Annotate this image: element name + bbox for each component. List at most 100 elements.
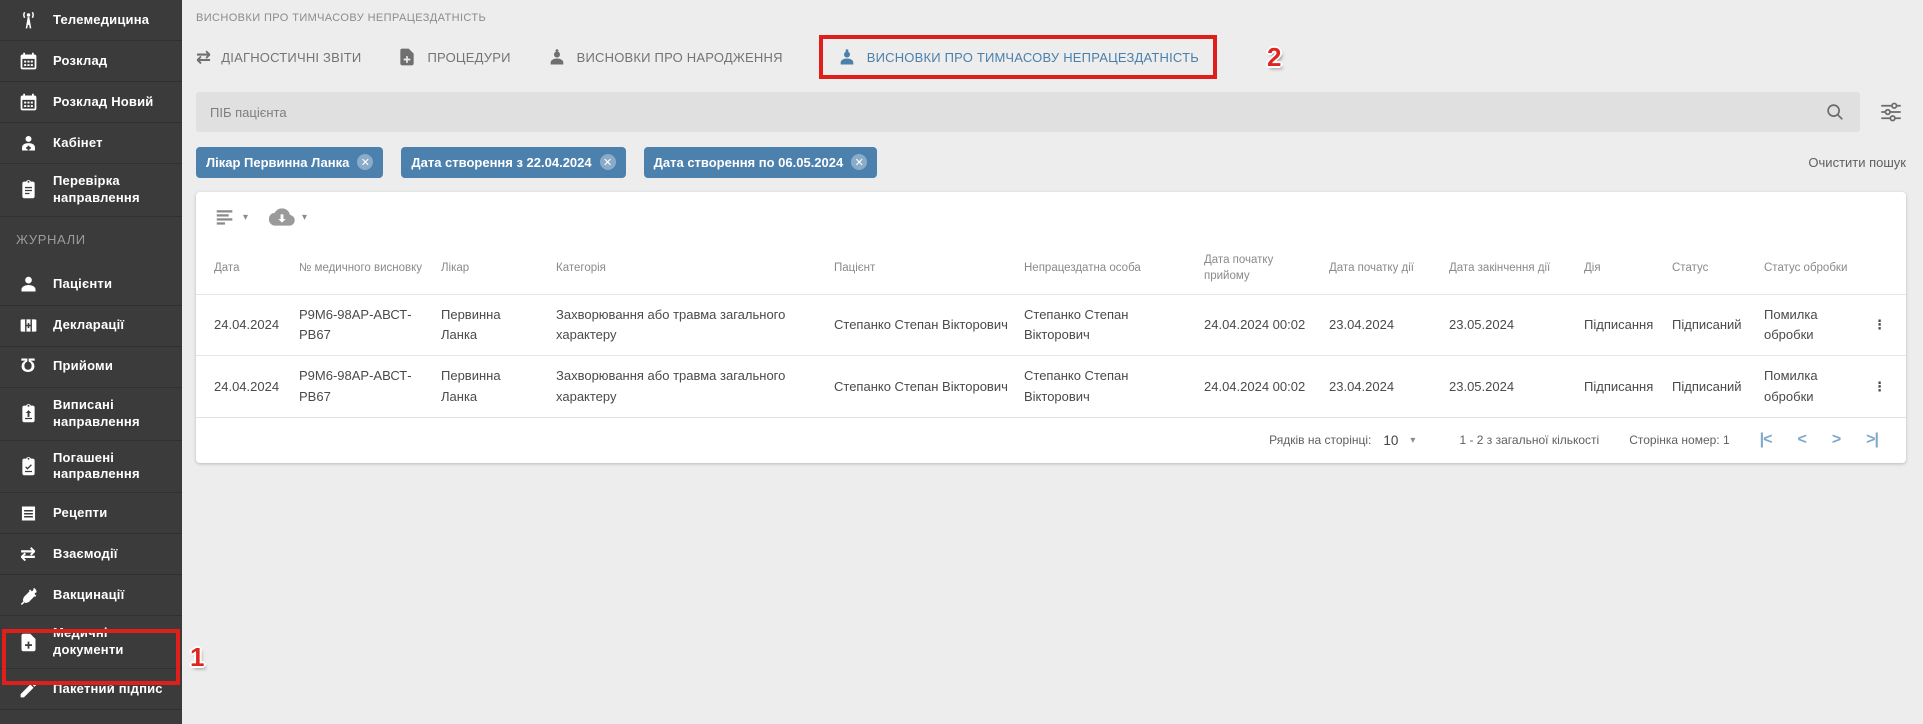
breadcrumb: ВИСНОВКИ ПРО ТИМЧАСОВУ НЕПРАЦЕЗДАТНІСТЬ	[196, 12, 1906, 24]
cell-action-start: 23.04.2024	[1329, 367, 1449, 407]
sidebar-item-label: Рецепти	[53, 505, 107, 522]
column-header: Лікар	[441, 244, 556, 286]
first-page-icon[interactable]: |<	[1760, 431, 1772, 449]
filter-chips-row: Лікар Первинна Ланка ✕ Дата створення з …	[196, 146, 1906, 178]
sidebar-item-schedule-new[interactable]: Розклад Новий	[0, 82, 182, 123]
table-toolbar: ▾ ▾	[196, 192, 1906, 236]
sidebar-item-declarations[interactable]: Декларації	[0, 306, 182, 347]
cell-patient[interactable]: Степанко Степан Вікторович	[834, 305, 1024, 345]
chevron-down-icon[interactable]: ▾	[243, 212, 248, 223]
row-menu-kebab-icon[interactable]: ⋮	[1872, 367, 1888, 407]
filter-settings-button[interactable]	[1876, 99, 1906, 125]
sidebar-item-receptions[interactable]: Ʊ Прийоми	[0, 347, 182, 388]
document-plus-icon	[16, 632, 40, 653]
cell-patient[interactable]: Степанко Степан Вікторович	[834, 367, 1024, 407]
tab-diagnostic-reports[interactable]: ⇄ ДІАГНОСТИЧНІ ЗВІТИ	[196, 48, 361, 66]
sidebar-item-label: Розклад Новий	[53, 94, 154, 111]
cell-category: Захворювання або травма загального харак…	[556, 295, 834, 355]
export-download-button[interactable]	[269, 204, 295, 230]
sidebar-item-redeemed-referrals[interactable]: Погашені направлення	[0, 441, 182, 494]
column-header: Пацієнт	[834, 244, 1024, 286]
cell-action: Підписання	[1584, 367, 1672, 407]
last-page-icon[interactable]: >|	[1866, 431, 1878, 449]
sidebar-item-referral-check[interactable]: Перевірка направлення	[0, 164, 182, 217]
cell-status: Підписаний	[1672, 367, 1764, 407]
sidebar-item-patients[interactable]: Пацієнти	[0, 265, 182, 306]
sidebar-item-issued-referrals[interactable]: Виписані направлення	[0, 388, 182, 441]
sidebar-item-label: Розклад	[53, 53, 107, 70]
table-row[interactable]: 24.04.2024 Р9М6-98АР-АВСТ-РВ67 Первинна …	[196, 294, 1906, 355]
tab-label: ВИСНОВКИ ПРО НАРОДЖЕННЯ	[577, 50, 783, 65]
sidebar-item-vaccinations[interactable]: Вакцинації	[0, 575, 182, 616]
cell-reception-start: 24.04.2024 00:02	[1204, 305, 1329, 345]
sidebar-item-interactions[interactable]: ⇄ Взаємодії	[0, 534, 182, 575]
main-content: ВИСНОВКИ ПРО ТИМЧАСОВУ НЕПРАЦЕЗДАТНІСТЬ …	[182, 0, 1923, 724]
medic-avatar-icon	[547, 47, 567, 67]
sidebar-item-label: Перевірка направлення	[53, 173, 172, 207]
stethoscope-icon: Ʊ	[16, 357, 40, 376]
close-icon[interactable]: ✕	[600, 154, 616, 170]
rows-per-page-value[interactable]: 10	[1383, 433, 1398, 448]
sidebar: Телемедицина Розклад Розклад Новий Кабін…	[0, 0, 182, 724]
close-icon[interactable]: ✕	[851, 154, 867, 170]
table-header-row: Дата № медичного висновку Лікар Категорі…	[196, 236, 1906, 294]
receipt-icon	[16, 503, 40, 524]
sidebar-item-batch-signature[interactable]: Пакетний підпис	[0, 669, 182, 710]
pen-sign-icon	[16, 679, 40, 700]
pagination-nav: |< < > >|	[1760, 431, 1878, 449]
clear-search-link[interactable]: Очистити пошук	[1808, 155, 1906, 170]
next-page-icon[interactable]: >	[1832, 431, 1840, 449]
filter-chip-date-to[interactable]: Дата створення по 06.05.2024 ✕	[644, 147, 878, 178]
sidebar-item-label: Телемедицина	[53, 12, 149, 29]
cloud-download-icon	[269, 204, 295, 230]
sidebar-item-prescriptions[interactable]: Рецепти	[0, 493, 182, 534]
row-menu-kebab-icon[interactable]: ⋮	[1872, 305, 1888, 345]
filter-chip-doctor[interactable]: Лікар Первинна Ланка ✕	[196, 147, 383, 178]
filter-chip-label: Лікар Первинна Ланка	[206, 155, 349, 170]
sidebar-item-label: Погашені направлення	[53, 450, 172, 484]
chevron-down-icon[interactable]: ▾	[1410, 435, 1415, 446]
patient-name-search-input[interactable]	[210, 105, 1824, 120]
sidebar-item-telemedicine[interactable]: Телемедицина	[0, 0, 182, 41]
table-row[interactable]: 24.04.2024 Р9М6-98АР-АВСТ-РВ67 Первинна …	[196, 355, 1906, 416]
column-header: Категорія	[556, 244, 834, 286]
column-header: Дія	[1584, 244, 1672, 286]
previous-page-icon[interactable]: <	[1797, 431, 1805, 449]
tab-procedures[interactable]: ПРОЦЕДУРИ	[397, 47, 510, 67]
doctor-icon	[16, 133, 40, 154]
document-plus-icon	[397, 47, 417, 67]
sidebar-item-schedule[interactable]: Розклад	[0, 41, 182, 82]
sidebar-item-label: Кабінет	[53, 135, 103, 152]
tab-bar: ⇄ ДІАГНОСТИЧНІ ЗВІТИ ПРОЦЕДУРИ ВИСНОВКИ …	[196, 34, 1906, 80]
cell-action-end: 23.05.2024	[1449, 367, 1584, 407]
annotation-number-1: 1	[190, 644, 204, 670]
tab-disability-conclusions[interactable]: ВИСНОВКИ ПРО ТИМЧАСОВУ НЕПРАЦЕЗДАТНІСТЬ	[837, 47, 1199, 67]
close-icon[interactable]: ✕	[357, 154, 373, 170]
column-header: Статус обробки	[1764, 244, 1872, 286]
swap-arrows-icon: ⇄	[16, 545, 40, 564]
list-lines-icon	[214, 206, 236, 228]
swap-arrows-icon: ⇄	[196, 48, 211, 66]
cell-disabled-person[interactable]: Степанко Степан Вікторович	[1024, 295, 1204, 355]
tab-label: ДІАГНОСТИЧНІ ЗВІТИ	[221, 50, 361, 65]
search-icon[interactable]	[1824, 101, 1846, 123]
column-header: Статус	[1672, 244, 1764, 286]
tab-birth-conclusions[interactable]: ВИСНОВКИ ПРО НАРОДЖЕННЯ	[547, 47, 783, 67]
chevron-down-icon[interactable]: ▾	[302, 212, 307, 223]
clipboard-check-icon	[16, 456, 40, 477]
pagination-range: 1 - 2 з загальної кількості	[1459, 433, 1599, 447]
cell-disabled-person[interactable]: Степанко Степан Вікторович	[1024, 356, 1204, 416]
cell-action: Підписання	[1584, 305, 1672, 345]
column-settings-button[interactable]	[214, 206, 236, 228]
cell-processing-status: Помилка обробки	[1764, 295, 1872, 355]
sidebar-item-cabinet[interactable]: Кабінет	[0, 123, 182, 164]
card-plus-icon	[16, 315, 40, 336]
column-header: Дата початку дії	[1329, 244, 1449, 286]
medic-avatar-icon	[837, 47, 857, 67]
rows-per-page-label: Рядків на сторінці:	[1269, 433, 1371, 447]
cell-conclusion-number[interactable]: Р9М6-98АР-АВСТ-РВ67	[299, 356, 441, 416]
sidebar-item-medical-documents[interactable]: Медичні документи	[0, 616, 182, 669]
filter-chip-date-from[interactable]: Дата створення з 22.04.2024 ✕	[401, 147, 625, 178]
cell-conclusion-number[interactable]: Р9М6-98АР-АВСТ-РВ67	[299, 295, 441, 355]
sidebar-item-label: Декларації	[53, 317, 124, 334]
